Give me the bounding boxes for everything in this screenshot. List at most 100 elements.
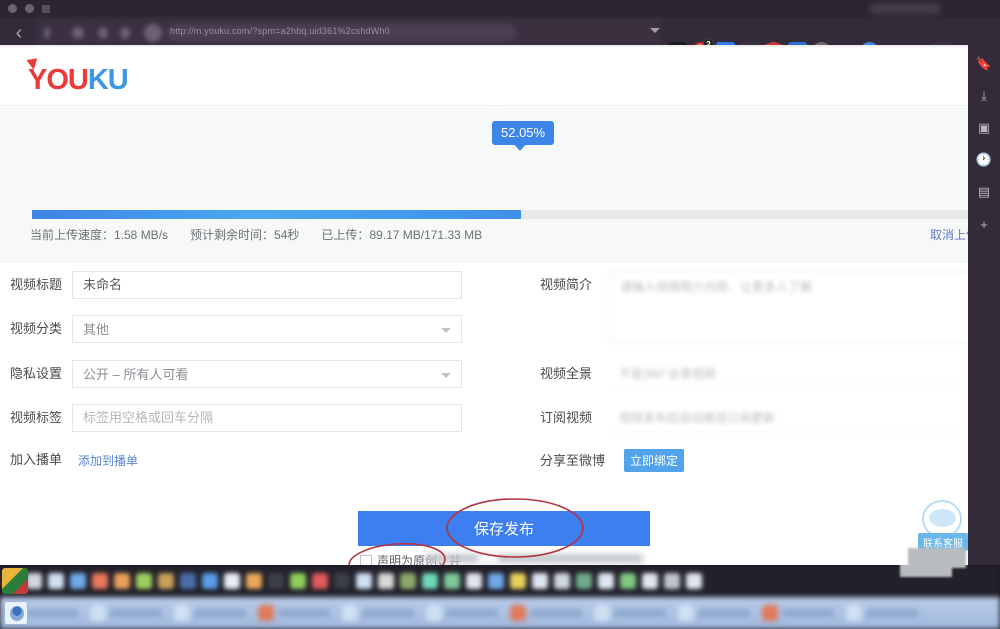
taskbar-window-label (614, 609, 666, 617)
add-plus-icon[interactable]: + (975, 215, 993, 233)
taskbar-app-icon[interactable] (532, 573, 548, 589)
taskbar-dock-row[interactable] (0, 565, 1000, 597)
field-playlist: 加入播单 添加到播单 (10, 451, 138, 469)
input-subscribe-video[interactable]: 视频发布后自动推送订阅更新 (610, 404, 968, 432)
logo-text-second: KU (87, 64, 129, 96)
taskbar-window-button[interactable] (762, 605, 834, 621)
taskbar-app-icon[interactable] (378, 573, 394, 589)
taskbar-app-icon[interactable] (466, 573, 482, 589)
taskbar-window-button[interactable] (594, 605, 666, 621)
taskbar-window-icon (678, 605, 694, 621)
taskbar-app-icon[interactable] (642, 573, 658, 589)
taskbar-window-icon (426, 605, 442, 621)
label-video-title: 视频标题 (10, 277, 63, 292)
taskbar-app-icon[interactable] (92, 573, 108, 589)
taskbar-app-icon[interactable] (686, 573, 702, 589)
taskbar-window-label (194, 609, 246, 617)
label-playlist: 加入播单 (10, 452, 63, 467)
upload-progress-track (32, 210, 968, 219)
taskbar-app-icon[interactable] (598, 573, 614, 589)
taskbar-app-icon[interactable] (224, 573, 240, 589)
label-weibo-share: 分享至微博 (540, 452, 606, 468)
taskbar-app-icon[interactable] (312, 573, 328, 589)
bookmark-icon[interactable]: 🔖 (975, 55, 993, 73)
taskbar-window-icon (90, 605, 106, 621)
os-dot-minimize-icon[interactable] (25, 4, 34, 13)
taskbar-app-icon[interactable] (664, 573, 680, 589)
taskbar-window-button[interactable] (342, 605, 414, 621)
taskbar-app-icon[interactable] (422, 573, 438, 589)
window-icon[interactable]: ▤ (975, 183, 993, 201)
save-publish-button[interactable]: 保存发布 (358, 511, 650, 546)
field-video-category: 视频分类 其他 (10, 315, 462, 343)
contact-customer-service-widget[interactable]: 联系客服 (918, 500, 968, 554)
taskbar-app-icon[interactable] (180, 573, 196, 589)
taskbar-window-button[interactable] (90, 605, 162, 621)
taskbar-window-button[interactable] (846, 605, 918, 621)
history-clock-icon[interactable]: 🕐 (975, 151, 993, 169)
taskbar-app-icon[interactable] (48, 573, 64, 589)
chevron-down-icon (441, 373, 451, 378)
logo-text-first: YOU (28, 64, 89, 96)
site-header: YOUKU 首页 会员 订阅 发现 频道 (0, 50, 968, 150)
taskbar-window-button[interactable] (174, 605, 246, 621)
taskbar-app-icon[interactable] (114, 573, 130, 589)
taskbar-app-icon[interactable] (620, 573, 636, 589)
chevron-down-icon[interactable] (650, 28, 660, 33)
label-video-category: 视频分类 (10, 321, 63, 336)
field-video-description: 视频简介 请输入视频简介内容，让更多人了解 (540, 271, 968, 343)
youku-logo[interactable]: YOUKU (28, 64, 129, 97)
address-bar-url[interactable]: http://m.youku.com/?spm=a2hbq.uid361%2cs… (170, 26, 390, 36)
os-title-text-blurred (870, 3, 940, 14)
taskbar-app-icon[interactable] (70, 573, 86, 589)
taskbar-app-icon[interactable] (268, 573, 284, 589)
input-video-tags[interactable]: 标签用空格或回车分隔 (72, 404, 462, 432)
select-privacy-setting-value: 公开 – 所有人可看 (83, 367, 189, 382)
cancel-upload-link[interactable]: 取消上传 (930, 226, 968, 243)
taskbar-app-icon[interactable] (290, 573, 306, 589)
stop-square-icon[interactable]: ▣ (975, 119, 993, 137)
taskbar-app-icon[interactable] (202, 573, 218, 589)
input-video-title[interactable]: 未命名 (72, 271, 462, 299)
back-chevron-icon[interactable]: ‹ (6, 20, 32, 46)
taskbar-app-icon[interactable] (26, 573, 42, 589)
select-video-category-value: 其他 (83, 322, 110, 337)
add-to-playlist-link[interactable]: 添加到播单 (78, 452, 138, 469)
os-dot-close-icon[interactable] (8, 4, 17, 13)
browser-taskbar-icon[interactable] (4, 601, 28, 625)
bind-weibo-button[interactable]: 立即绑定 (624, 449, 684, 472)
taskbar-window-row[interactable] (0, 597, 1000, 629)
taskbar-app-icon[interactable] (576, 573, 592, 589)
taskbar-app-icon[interactable] (136, 573, 152, 589)
taskbar-app-icon[interactable] (400, 573, 416, 589)
download-icon[interactable]: ⤓ (975, 87, 993, 105)
taskbar-app-icon[interactable] (334, 573, 350, 589)
taskbar-app-icon[interactable] (246, 573, 262, 589)
taskbar-app-icon[interactable] (510, 573, 526, 589)
taskbar-app-icon[interactable] (554, 573, 570, 589)
os-window-square-icon[interactable] (42, 4, 50, 13)
upload-stats: 当前上传速度：1.58 MB/s 预计剩余时间：54秒 已上传：89.17 MB… (30, 226, 482, 243)
taskbar-window-label (110, 609, 162, 617)
taskbar-app-icon[interactable] (488, 573, 504, 589)
input-video-panorama[interactable]: 不是360°全景视频 (610, 360, 968, 388)
textarea-video-description[interactable]: 请输入视频简介内容，让更多人了解 (610, 271, 968, 343)
taskbar-window-icon (258, 605, 274, 621)
select-video-category[interactable]: 其他 (72, 315, 462, 343)
taskbar-window-button[interactable] (678, 605, 750, 621)
taskbar-app-icon[interactable] (444, 573, 460, 589)
taskbar-window-button[interactable] (258, 605, 330, 621)
taskbar-window-button[interactable] (510, 605, 582, 621)
taskbar-app-icon[interactable] (158, 573, 174, 589)
taskbar-window-button[interactable] (426, 605, 498, 621)
original-checkbox[interactable] (360, 554, 372, 565)
label-video-description: 视频简介 (540, 277, 593, 292)
start-menu-icon[interactable] (2, 568, 28, 594)
taskbar-window-label (530, 609, 582, 617)
taskbar-app-icon[interactable] (356, 573, 372, 589)
os-window-controls[interactable] (8, 4, 50, 13)
select-privacy-setting[interactable]: 公开 – 所有人可看 (72, 360, 462, 388)
field-privacy-setting: 隐私设置 公开 – 所有人可看 (10, 360, 462, 388)
upload-progress-fill (32, 210, 522, 219)
taskbar-window-icon (510, 605, 526, 621)
